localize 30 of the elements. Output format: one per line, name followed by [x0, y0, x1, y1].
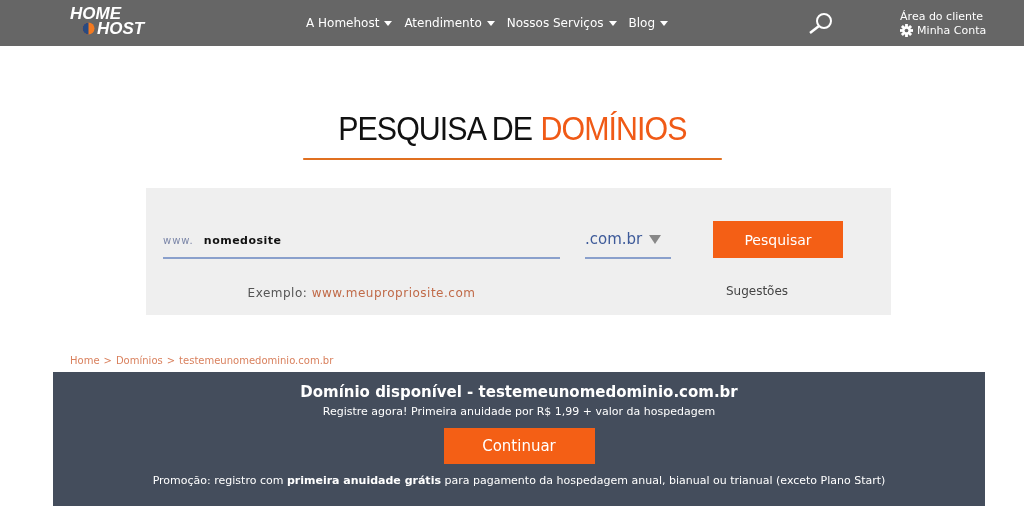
breadcrumb-link[interactable]: Home: [70, 355, 100, 366]
settings-icon: [900, 23, 914, 37]
caret-icon: [384, 20, 393, 26]
domain-field[interactable]: www. nomedosite: [163, 221, 560, 259]
page-title: PESQUISA DE DOMÍNIOS: [302, 110, 722, 160]
suggestions-link[interactable]: Sugestões: [713, 284, 801, 315]
promo-text: Promoção: registro com primeira anuidade grátis para pagamento da hospedagem anual, bianual ou trianual (exceto Plano Start): [152, 474, 886, 487]
caret-icon: [608, 20, 617, 26]
nav-link[interactable]: A Homehost: [306, 16, 393, 30]
search-icon[interactable]: [808, 12, 835, 34]
search-button[interactable]: Pesquisar: [713, 221, 843, 258]
breadcrumb-link[interactable]: Domínios: [115, 355, 163, 366]
breadcrumb-separator: >: [166, 355, 176, 366]
extension-dropdown[interactable]: .com.br: [585, 221, 671, 259]
example-link[interactable]: www.meupropriosite.com: [311, 286, 476, 300]
result-heading: Domínio disponível - testemeunomedominio.com.br: [300, 383, 738, 401]
nav-link[interactable]: Nossos Serviços: [506, 16, 617, 30]
logo[interactable]: HOME HOST: [70, 6, 160, 40]
account-link[interactable]: Minha Conta: [917, 23, 987, 37]
continue-button[interactable]: Continuar: [443, 428, 595, 464]
result-subtitle: Registre agora! Primeira anuidade por R$ 1,99 + valor da hospedagem: [322, 405, 716, 418]
caret-icon: [486, 20, 495, 26]
account-caption: Área do cliente: [900, 9, 985, 23]
nav-link[interactable]: Atendimento: [404, 16, 495, 30]
example-label: Exemplo:: [247, 286, 308, 300]
breadcrumb-separator: >: [103, 355, 112, 366]
caret-icon: [660, 20, 669, 26]
nav-link[interactable]: Blog: [628, 16, 669, 30]
breadcrumb-link[interactable]: testemeunomedominio.com.br: [179, 355, 334, 366]
caret-icon: [649, 234, 661, 244]
